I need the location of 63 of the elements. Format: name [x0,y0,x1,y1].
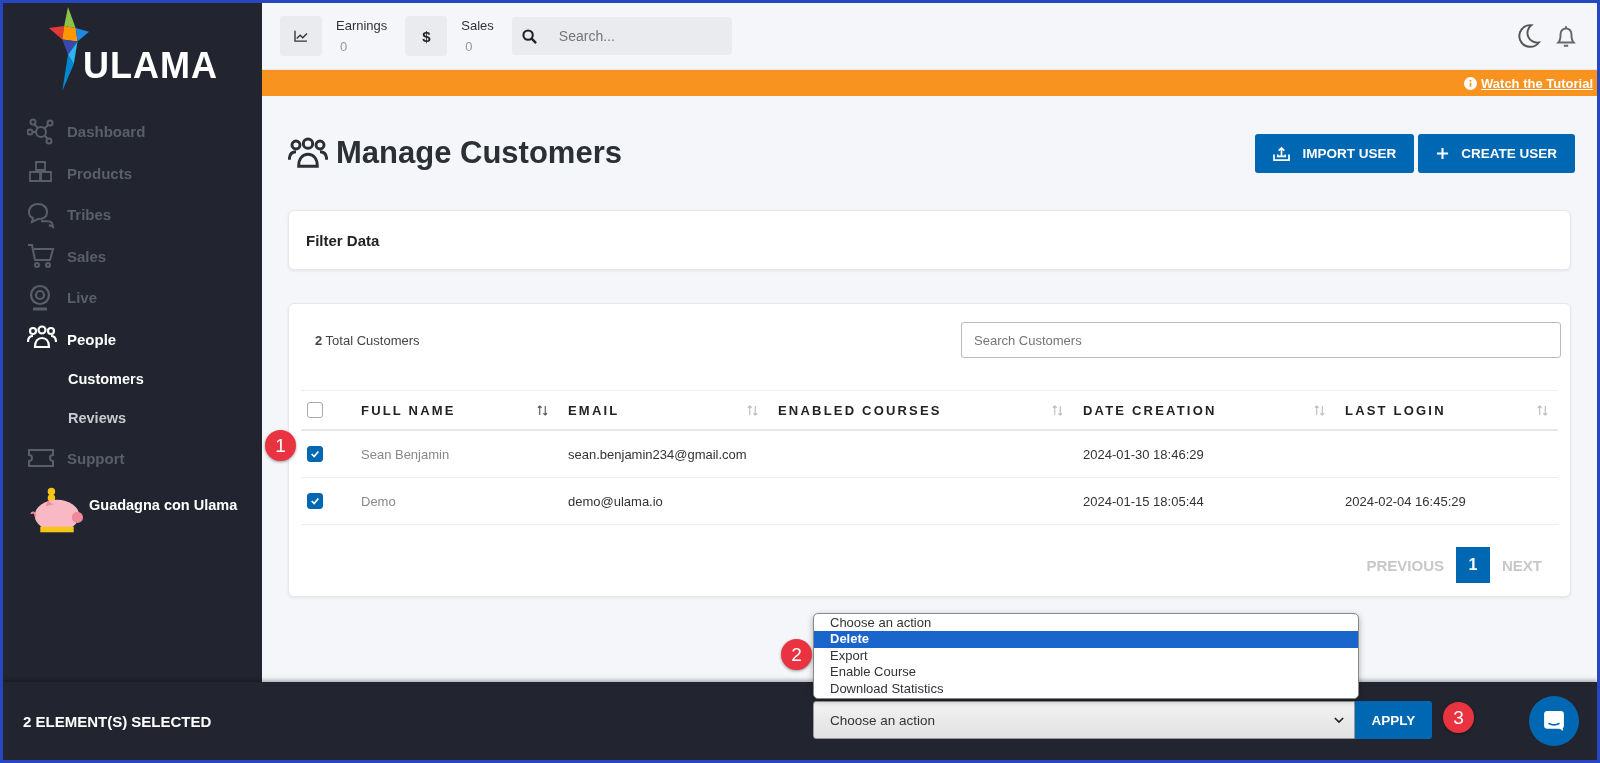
checkbox[interactable] [307,493,323,509]
checkmark-icon [310,496,320,506]
column-header[interactable]: FULL NAME [361,402,456,418]
chat-bubbles-icon [27,200,57,229]
logo-text: ULAMA [83,45,218,87]
column-header[interactable]: ENABLED COURSES [778,402,942,418]
table-cell: sean.benjamin234@gmail.com [568,446,747,462]
checkbox[interactable] [307,402,323,418]
column-header[interactable]: DATE CREATION [1083,402,1217,418]
stat-label: Earnings [336,18,388,33]
plus-icon [1436,146,1450,160]
dropdown-option[interactable]: Export [814,647,1358,664]
import-user-button[interactable]: IMPORT USER [1255,133,1415,173]
page-button[interactable]: 1 [1456,547,1490,583]
column-header[interactable]: LAST LOGIN [1345,402,1446,418]
step-marker: 1 [265,430,296,461]
create-user-button[interactable]: CREATE USER [1418,133,1575,173]
dropdown-option[interactable]: Choose an action [814,614,1358,631]
chat-button[interactable] [1529,696,1579,746]
table-cell: 2024-02-04 16:45:29 [1345,493,1466,509]
filter-title[interactable]: Filter Data [306,231,380,249]
dropdown-option[interactable]: Download Statistics [814,680,1358,697]
step-marker: 2 [781,639,812,670]
stat-value: 0 [339,39,349,54]
moon-icon [1515,23,1541,49]
search-bar[interactable]: Search... [511,17,732,55]
chat-icon [1543,710,1565,732]
search-field[interactable]: Search... [556,27,711,45]
table-cell: 2024-01-15 18:05:44 [1083,493,1204,509]
info-icon [1464,76,1478,90]
column-header[interactable]: EMAIL [568,402,620,418]
search-field[interactable]: Search Customers [961,322,1561,358]
sidebar-subitem[interactable]: Customers [3,360,262,399]
stat-label: Sales [461,18,494,33]
promo-text[interactable]: Guadagna con Ulama [89,496,238,513]
apply-button[interactable]: APPLY [1355,701,1432,739]
action-select[interactable]: Choose an action [813,701,1355,739]
table-cell: 2024-01-30 18:46:29 [1083,446,1204,462]
total-count: 2 Total Customers [315,332,420,348]
dollar-icon: $ [422,27,431,45]
table-cell: Sean Benjamin [361,446,450,462]
sidebar-item[interactable]: People [3,318,262,360]
checkbox[interactable] [307,446,323,462]
checkmark-icon [310,449,320,459]
sort-arrows-icon [747,404,758,416]
upload-tray-icon [1273,145,1291,161]
dropdown-option[interactable]: Enable Course [814,664,1358,681]
search-icon [521,28,537,44]
sort-arrows-icon [1537,404,1548,416]
sort-arrows-icon [1314,404,1325,416]
stat-value: 0 [464,39,474,54]
selection-count: 2 ELEMENT(S) SELECTED [23,712,212,730]
dropdown-option[interactable]: Delete [814,631,1358,648]
table-cell: demo@ulama.io [568,493,663,509]
page-title: Manage Customers [336,135,622,171]
table-cell: Demo [361,493,396,509]
sort-arrows-icon [1052,404,1063,416]
chevron-down-icon [1334,716,1344,724]
chart-line-icon [294,30,308,42]
sidebar-subitem[interactable]: Reviews [3,399,262,438]
cart-icon [27,242,57,271]
people-icon [288,137,328,169]
sort-arrows-icon [537,404,548,416]
